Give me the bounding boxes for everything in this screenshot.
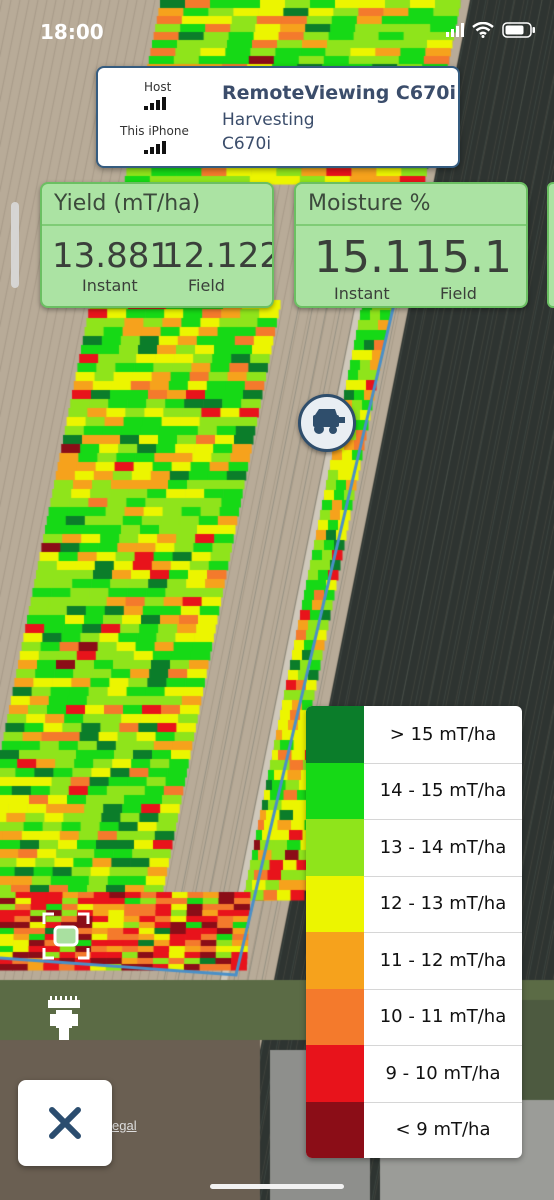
moisture-field-label: Field [440,284,477,303]
cellular-signal-icon [446,23,464,37]
close-icon [49,1107,81,1139]
legend-swatch [306,932,364,989]
yield-field-value: 12.122 [162,236,274,276]
legend-label: 11 - 12 mT/ha [379,949,507,971]
moisture-instant-value: 15.1 [314,232,412,283]
legend-label: 10 - 11 mT/ha [379,1006,507,1028]
combine-position-marker[interactable] [298,394,356,452]
tractor-icon[interactable] [44,996,84,1049]
connection-card[interactable]: Host This iPhone RemoteViewing C670i Har… [96,66,460,168]
legal-link[interactable]: egal [112,1118,137,1133]
legend-swatch [306,1101,364,1158]
legend-swatch [306,819,364,876]
legend-row: 9 - 10 mT/ha [306,1045,522,1103]
host-signal-icon [144,96,166,110]
legend-swatch [306,875,364,932]
side-panel-handle[interactable] [11,202,19,288]
device-label: This iPhone [120,124,189,138]
status-time: 18:00 [40,20,104,44]
device-signal-icon [144,140,166,154]
close-button[interactable] [18,1080,112,1166]
legend-row: 11 - 12 mT/ha [306,932,522,990]
moisture-field-value: 15.1 [414,232,512,283]
legend-row: 10 - 11 mT/ha [306,988,522,1046]
battery-icon [502,22,535,38]
legend-label: > 15 mT/ha [389,723,497,745]
connection-machine: C670i [222,134,272,154]
yield-instant-value: 13.881 [52,236,171,276]
yield-title: Yield (mT/ha) [42,184,272,226]
legend-swatch [306,706,364,763]
recenter-icon [42,912,90,960]
combine-icon [313,409,345,434]
legend-row: > 15 mT/ha [306,706,522,764]
yield-field-label: Field [188,276,225,295]
host-label: Host [144,80,172,94]
legend-label: 14 - 15 mT/ha [379,780,507,802]
connection-title: RemoteViewing C670i [222,82,457,104]
recenter-button[interactable] [42,912,90,960]
legend-swatch [306,988,364,1045]
legend-label: < 9 mT/ha [395,1119,491,1141]
next-metric-card[interactable] [547,182,554,308]
wifi-icon [472,22,494,38]
legend-row: < 9 mT/ha [306,1101,522,1158]
legend-label: 13 - 14 mT/ha [379,836,507,858]
moisture-title: Moisture % [296,184,526,226]
yield-card[interactable]: Yield (mT/ha) 13.881 12.122 Instant Fiel… [40,182,274,308]
legend-swatch [306,1045,364,1102]
home-indicator[interactable] [210,1184,344,1189]
connection-state: Harvesting [222,110,315,130]
legend-label: 12 - 13 mT/ha [379,893,507,915]
legend-swatch [306,762,364,819]
yield-instant-label: Instant [82,276,138,295]
legend-row: 13 - 14 mT/ha [306,819,522,877]
legend-row: 14 - 15 mT/ha [306,762,522,820]
legend-row: 12 - 13 mT/ha [306,875,522,933]
moisture-card[interactable]: Moisture % 15.1 15.1 Instant Field [294,182,528,308]
status-bar: 18:00 [0,0,554,64]
yield-legend: > 15 mT/ha 14 - 15 mT/ha 13 - 14 mT/ha 12 -… [306,706,522,1158]
legend-label: 9 - 10 mT/ha [385,1062,501,1084]
moisture-instant-label: Instant [334,284,390,303]
